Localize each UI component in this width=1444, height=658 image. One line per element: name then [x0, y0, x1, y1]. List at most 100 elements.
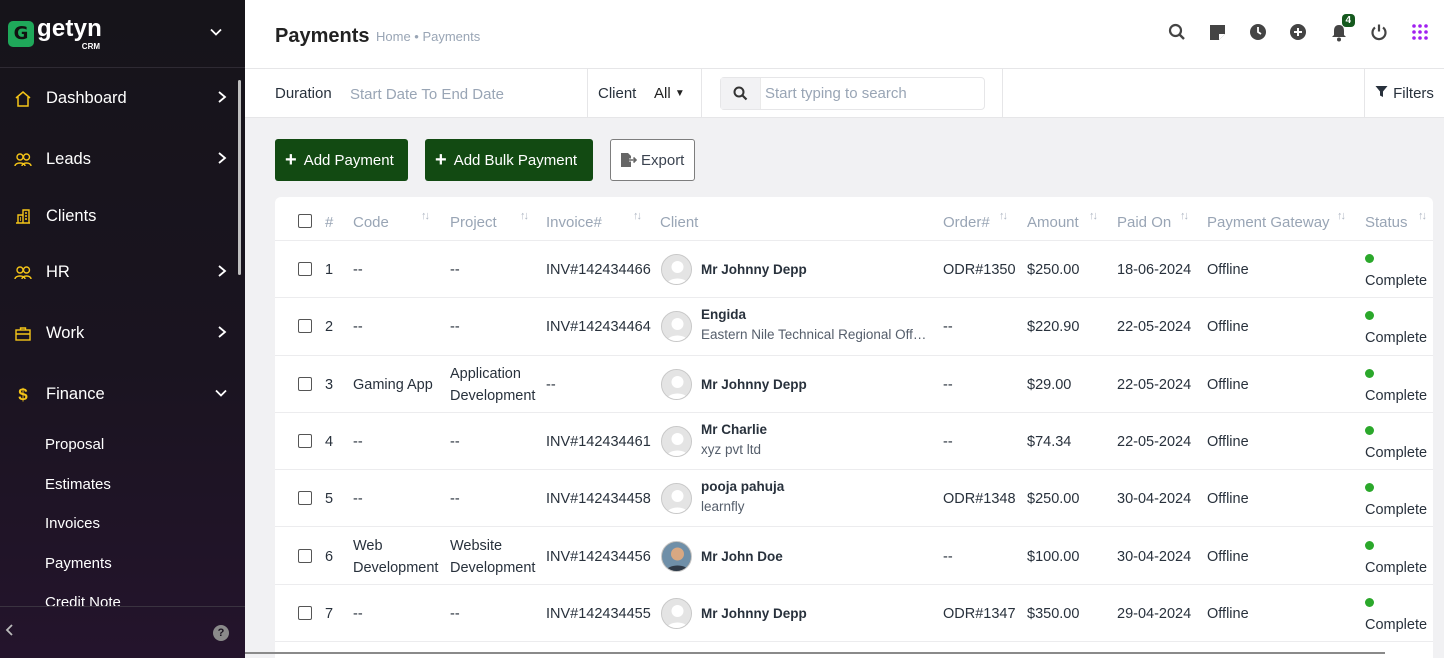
add-circle-icon[interactable]: [1278, 19, 1319, 45]
row-checkbox[interactable]: [298, 548, 312, 563]
row-checkbox[interactable]: [298, 376, 312, 391]
client-name[interactable]: Mr John Doe: [701, 549, 783, 564]
client-name[interactable]: Mr Johnny Depp: [701, 606, 807, 621]
header-order[interactable]: Order#: [943, 214, 990, 231]
breadcrumb[interactable]: Home • Payments: [376, 29, 480, 44]
client-select[interactable]: All ▼: [654, 85, 685, 102]
row-order[interactable]: --: [943, 434, 953, 450]
search-input[interactable]: [761, 85, 976, 102]
duration-date-range[interactable]: Start Date To End Date: [350, 86, 504, 103]
power-icon[interactable]: [1359, 19, 1400, 45]
bell-icon[interactable]: 4: [1319, 14, 1360, 45]
sidebar-subitem-proposal[interactable]: Proposal: [0, 425, 245, 465]
row-invoice[interactable]: INV#142434456: [546, 549, 651, 565]
row-order[interactable]: ODR#1348: [943, 491, 1016, 507]
header-client: Client: [660, 214, 699, 231]
chevron-right-icon: [216, 151, 228, 170]
client-name[interactable]: Mr Johnny Depp: [701, 262, 807, 277]
client-name[interactable]: Engida: [701, 307, 746, 322]
row-invoice[interactable]: INV#142434461: [546, 434, 651, 450]
user-avatar-icon: [661, 254, 692, 285]
clock-icon[interactable]: [1238, 19, 1279, 45]
row-invoice[interactable]: INV#142434466: [546, 262, 651, 278]
dollar-icon: $: [18, 384, 28, 404]
row-invoice[interactable]: --: [546, 377, 556, 393]
status-dot-icon: [1365, 597, 1374, 607]
sidebar-subitem-estimates[interactable]: Estimates: [0, 465, 245, 505]
header-amount[interactable]: Amount: [1027, 214, 1079, 231]
table-row: [275, 241, 1433, 299]
client-company: learnfly: [701, 499, 745, 515]
sort-icon[interactable]: ↑↓: [421, 210, 430, 222]
header-payment-gateway[interactable]: Payment Gateway: [1207, 214, 1330, 231]
header-code[interactable]: Code: [353, 214, 389, 231]
collapse-sidebar-icon[interactable]: [4, 623, 16, 642]
export-button[interactable]: Export: [610, 139, 695, 181]
row-checkbox[interactable]: [298, 262, 312, 276]
row-checkbox[interactable]: [298, 319, 312, 334]
row-project[interactable]: --: [450, 603, 545, 625]
sort-icon[interactable]: ↑↓: [1418, 210, 1427, 222]
user-avatar-icon: [661, 368, 692, 400]
row-project[interactable]: --: [450, 316, 545, 338]
row-project[interactable]: --: [450, 259, 545, 281]
header-invoice[interactable]: Invoice#: [546, 214, 602, 231]
sidebar-item-clients[interactable]: Clients: [0, 190, 245, 242]
sort-icon[interactable]: ↑↓: [1089, 210, 1098, 222]
sort-icon[interactable]: ↑↓: [999, 210, 1008, 222]
sidebar-item-work[interactable]: Work: [0, 303, 245, 364]
row-checkbox[interactable]: [298, 605, 312, 620]
sort-icon[interactable]: ↑↓: [633, 210, 642, 222]
row-payment-gateway: Offline: [1207, 605, 1249, 622]
table-row: [275, 585, 1433, 643]
row-invoice[interactable]: INV#142434458: [546, 491, 651, 507]
horizontal-scrollbar[interactable]: [245, 652, 1385, 654]
row-amount: $29.00: [1027, 376, 1072, 393]
row-order[interactable]: ODR#1347: [943, 606, 1016, 622]
sort-icon[interactable]: ↑↓: [520, 210, 529, 222]
select-all-checkbox[interactable]: [298, 214, 312, 228]
search-icon[interactable]: [1157, 19, 1198, 45]
row-project[interactable]: Application Development: [450, 363, 545, 407]
sidebar-item-finance[interactable]: $ Finance: [0, 364, 245, 425]
row-checkbox[interactable]: [298, 433, 312, 448]
sort-icon[interactable]: ↑↓: [1180, 210, 1189, 222]
row-invoice[interactable]: INV#142434455: [546, 606, 651, 622]
sidebar-item-dashboard[interactable]: Dashboard: [0, 68, 245, 129]
client-name[interactable]: pooja pahuja: [701, 479, 784, 494]
row-project[interactable]: --: [450, 488, 545, 510]
add-payment-button[interactable]: + Add Payment: [275, 139, 408, 181]
row-checkbox[interactable]: [298, 491, 312, 506]
sidebar-subitem-invoices[interactable]: Invoices: [0, 504, 245, 544]
header-status[interactable]: Status: [1365, 214, 1408, 231]
header-project[interactable]: Project: [450, 214, 497, 231]
help-icon[interactable]: ?: [213, 624, 229, 641]
row-amount: $250.00: [1027, 262, 1080, 278]
row-invoice[interactable]: INV#142434464: [546, 319, 651, 335]
filters-label: Filters: [1393, 84, 1434, 102]
client-name[interactable]: Mr Charlie: [701, 422, 767, 437]
client-name[interactable]: Mr Johnny Depp: [701, 377, 807, 392]
row-project[interactable]: --: [450, 431, 545, 453]
sidebar-item-leads[interactable]: Leads: [0, 129, 245, 190]
apps-grid-icon[interactable]: [1400, 19, 1441, 45]
sticky-note-icon[interactable]: [1197, 19, 1238, 45]
row-order[interactable]: --: [943, 319, 953, 335]
row-order[interactable]: ODR#1350: [943, 262, 1016, 278]
user-avatar-icon: [661, 597, 692, 629]
filters-button[interactable]: Filters: [1364, 69, 1444, 117]
chevron-down-icon[interactable]: [209, 25, 223, 44]
sidebar-subitem-payments[interactable]: Payments: [0, 544, 245, 584]
chevron-right-icon: [216, 325, 228, 344]
header-paid-on[interactable]: Paid On: [1117, 214, 1171, 231]
sort-icon[interactable]: ↑↓: [1337, 210, 1346, 222]
row-project[interactable]: Website Development: [450, 535, 545, 579]
client-company: Eastern Nile Technical Regional Offic...: [701, 327, 929, 343]
row-paid-on: 30-04-2024: [1117, 491, 1192, 508]
sidebar-item-hr[interactable]: HR: [0, 242, 245, 303]
row-order[interactable]: --: [943, 549, 953, 565]
row-order[interactable]: --: [943, 377, 953, 393]
add-bulk-payment-button[interactable]: + Add Bulk Payment: [425, 139, 593, 181]
row-amount: $350.00: [1027, 605, 1080, 622]
client-company: xyz pvt ltd: [701, 441, 762, 457]
